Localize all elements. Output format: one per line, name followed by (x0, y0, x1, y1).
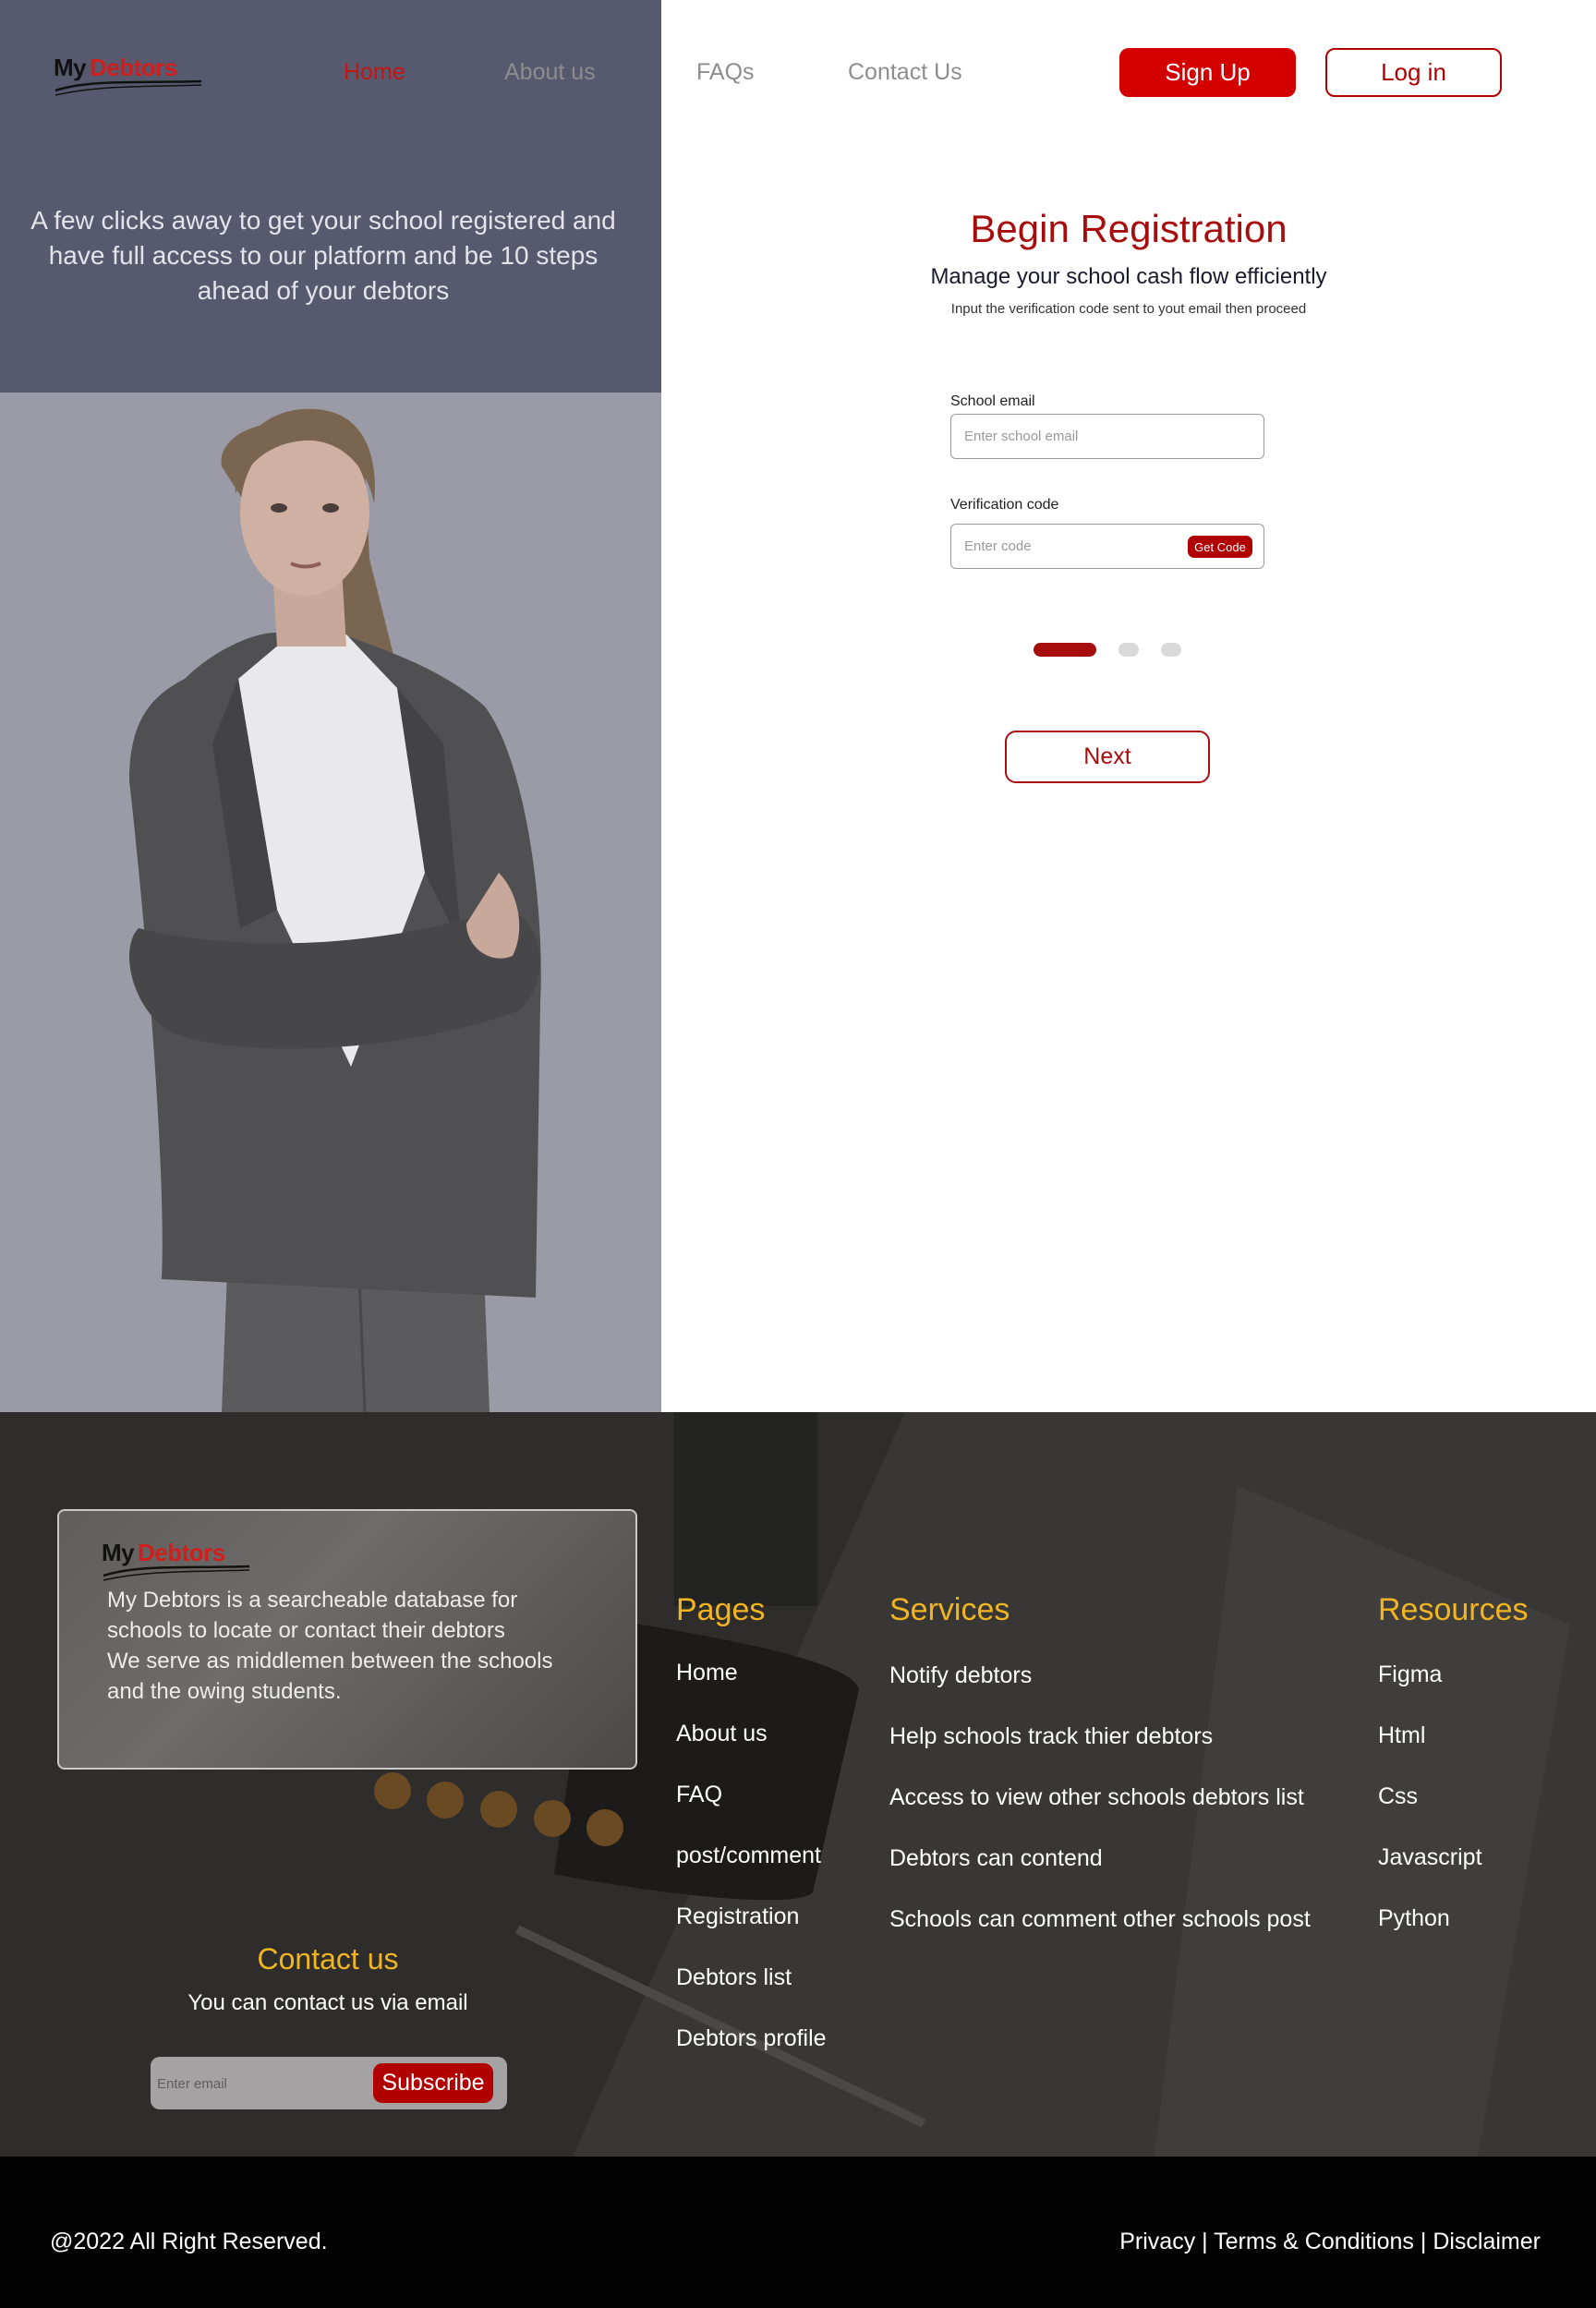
logo-text-my: My (54, 54, 87, 81)
logo-text-debtors: Debtors (90, 54, 177, 81)
contact-subtext: You can contact us via email (187, 1990, 468, 2015)
footer-link-faq[interactable]: FAQ (676, 1782, 722, 1808)
terms-link[interactable]: Terms & Conditions (1214, 2229, 1414, 2254)
progress-step-3 (1161, 643, 1181, 657)
legal-divider: | (1202, 2229, 1215, 2254)
progress-step-1 (1034, 643, 1096, 657)
privacy-link[interactable]: Privacy (1119, 2229, 1195, 2254)
about-line: schools to locate or contact their debto… (107, 1618, 505, 1643)
about-line: We serve as middlemen between the school… (107, 1649, 553, 1674)
disclaimer-link[interactable]: Disclaimer (1433, 2229, 1541, 2254)
nav-faqs[interactable]: FAQs (696, 59, 755, 86)
footer-logo-text-my: My (102, 1539, 135, 1566)
login-button[interactable]: Log in (1325, 48, 1502, 97)
registration-subtitle: Manage your school cash flow efficiently (930, 264, 1327, 289)
footer-logo-text-debtors: Debtors (138, 1539, 225, 1566)
contact-heading: Contact us (257, 1942, 399, 1976)
school-email-input[interactable] (950, 414, 1264, 459)
businesswoman-image (129, 408, 541, 1412)
school-email-label: School email (950, 393, 1035, 409)
subscribe-button[interactable]: Subscribe (373, 2063, 493, 2103)
service-item[interactable]: Access to view other schools debtors lis… (889, 1784, 1304, 1811)
verification-code-label: Verification code (950, 497, 1059, 513)
hero-text: A few clicks away to get your school reg… (30, 206, 616, 305)
resource-link-python[interactable]: Python (1378, 1905, 1450, 1932)
footer-link-post-comment[interactable]: post/comment (676, 1843, 821, 1869)
footer-link-debtors-profile[interactable]: Debtors profile (676, 2025, 827, 2052)
progress-step-2 (1118, 643, 1139, 657)
about-line: and the owing students. (107, 1679, 342, 1704)
service-item[interactable]: Help schools track thier debtors (889, 1723, 1213, 1750)
service-item[interactable]: Debtors can contend (889, 1845, 1103, 1872)
legal-divider: | (1420, 2229, 1433, 2254)
hero-photo (0, 393, 661, 1412)
logo-swoosh-icon (54, 79, 202, 96)
about-text: My Debtors is a searcheable database for… (107, 1585, 606, 1707)
subscribe-email-input[interactable] (157, 2069, 360, 2098)
resource-link-css[interactable]: Css (1378, 1783, 1418, 1810)
nav-contact-us[interactable]: Contact Us (848, 59, 962, 86)
resource-link-javascript[interactable]: Javascript (1378, 1844, 1482, 1871)
nav-home[interactable]: Home (344, 59, 405, 86)
footer-logo[interactable]: My Debtors (102, 1539, 259, 1585)
footer-logo-swoosh-icon (103, 1565, 250, 1581)
resource-link-figma[interactable]: Figma (1378, 1662, 1442, 1688)
signup-button[interactable]: Sign Up (1119, 48, 1296, 97)
legal-links: Privacy | Terms & Conditions | Disclaime… (1119, 2229, 1541, 2255)
next-button[interactable]: Next (1005, 731, 1210, 783)
copyright-text: @2022 All Right Reserved. (50, 2229, 328, 2254)
footer-link-home[interactable]: Home (676, 1660, 738, 1686)
footer-link-about-us[interactable]: About us (676, 1721, 768, 1747)
pages-heading: Pages (676, 1592, 766, 1627)
logo[interactable]: My Debtors (54, 54, 211, 100)
about-line: My Debtors is a searcheable database for (107, 1588, 518, 1613)
get-code-button[interactable]: Get Code (1188, 536, 1252, 558)
nav-about-us[interactable]: About us (504, 59, 596, 86)
resources-heading: Resources (1378, 1592, 1529, 1627)
services-heading: Services (889, 1592, 1010, 1627)
registration-title: Begin Registration (970, 207, 1288, 250)
resource-link-html[interactable]: Html (1378, 1722, 1425, 1749)
registration-hint: Input the verification code sent to yout… (950, 301, 1307, 317)
service-item[interactable]: Schools can comment other schools post (889, 1906, 1311, 1933)
footer-link-registration[interactable]: Registration (676, 1903, 799, 1930)
footer-link-debtors-list[interactable]: Debtors list (676, 1964, 792, 1991)
service-item[interactable]: Notify debtors (889, 1662, 1032, 1689)
